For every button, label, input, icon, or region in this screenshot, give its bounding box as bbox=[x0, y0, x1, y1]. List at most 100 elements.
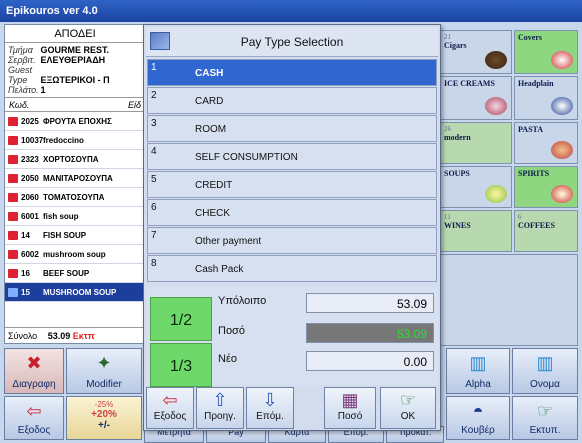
dialog-header: Pay Type Selection bbox=[146, 27, 438, 57]
pay-option[interactable]: 8 Cash Pack bbox=[147, 255, 437, 282]
tile-modern[interactable]: 26 modern bbox=[440, 122, 512, 164]
receipt-row[interactable]: 16 BEEF SOUP bbox=[5, 264, 145, 283]
receipt-row[interactable]: 2060 ΤΟΜΑΤΟΣΟΥΠΑ bbox=[5, 188, 145, 207]
modifier-button[interactable]: ✦ Modifier bbox=[66, 348, 142, 394]
row-code: 6001 bbox=[21, 211, 39, 221]
onoma-button[interactable]: ▥ Ονομα bbox=[512, 348, 578, 394]
receipt-info: Τμήμα GOURME REST. Σερβιτ. ΕΛΕΥΘΕΡΙΑΔΗ G… bbox=[5, 43, 145, 98]
discount-top: -25% bbox=[94, 400, 114, 409]
tile-spirits[interactable]: SPIRITS bbox=[514, 166, 578, 208]
split-half-button[interactable]: 1/2 bbox=[150, 297, 212, 341]
previous-button[interactable]: ⇧ Προηγ. bbox=[196, 387, 244, 429]
info-value: 1 bbox=[40, 85, 46, 95]
receipt-row[interactable]: 2323 ΧΟΡΤΟΣΟΥΠΑ bbox=[5, 150, 145, 169]
receipt-row[interactable]: 6002 mushroom soup bbox=[5, 245, 145, 264]
receipt-row[interactable]: 2050 ΜΑΝΙΤΑΡΟΣΟΥΠΑ bbox=[5, 169, 145, 188]
tile-label: Headplain bbox=[518, 79, 554, 88]
glass-icon: ▥ bbox=[469, 353, 487, 373]
printer-icon bbox=[8, 173, 18, 183]
receipt-title: ΑΠΟΔΕΙ bbox=[5, 25, 145, 43]
arrow-left-icon: ⇦ bbox=[26, 401, 42, 421]
pay-option[interactable]: 1 CASH bbox=[147, 59, 437, 86]
cover-icon bbox=[551, 51, 573, 69]
row-name: fredoccino bbox=[43, 135, 84, 145]
split-third-button[interactable]: 1/3 bbox=[150, 343, 212, 387]
tile-label: ICE CREAMS bbox=[444, 79, 495, 88]
option-name: SELF CONSUMPTION bbox=[195, 152, 298, 163]
total-extra: Εκτπ bbox=[72, 331, 95, 341]
tile-num: 26 bbox=[444, 125, 451, 133]
pay-option[interactable]: 7 Other payment bbox=[147, 227, 437, 254]
print-button[interactable]: ☞ Εκτυπ. bbox=[512, 396, 578, 440]
row-name: ΦΡΟΥΤΑ ΕΠΟΧΗΣ bbox=[43, 116, 112, 126]
tile-soups[interactable]: SOUPS bbox=[440, 166, 512, 208]
tile-pasta[interactable]: PASTA bbox=[514, 122, 578, 164]
modifier-icon: ✦ bbox=[96, 353, 112, 373]
pay-option[interactable]: 5 CREDIT bbox=[147, 171, 437, 198]
option-number: 4 bbox=[151, 146, 157, 157]
pay-option[interactable]: 6 CHECK bbox=[147, 199, 437, 226]
modifier-label: Modifier bbox=[86, 379, 122, 390]
discount-button[interactable]: -25% +20% +/- bbox=[66, 396, 142, 440]
tile-wines[interactable]: 11 WINES bbox=[440, 210, 512, 252]
new-label: Νέο bbox=[218, 353, 237, 365]
info-value: ΕΞΩΤΕΡΙΚΟΙ - Π bbox=[40, 75, 110, 85]
row-code: 2060 bbox=[21, 192, 39, 202]
row-name: MUSHROOM SOUP bbox=[43, 287, 117, 297]
exit-label: Εξοδος bbox=[153, 411, 187, 422]
tile-label: SOUPS bbox=[444, 169, 470, 178]
amount-field[interactable]: 53.09 bbox=[306, 323, 434, 343]
row-code: 16 bbox=[21, 268, 30, 278]
next-button[interactable]: ⇩ Επόμ. bbox=[246, 387, 294, 429]
printer-icon bbox=[8, 192, 18, 202]
receipt-row[interactable]: 6001 fish soup bbox=[5, 207, 145, 226]
printer-icon bbox=[8, 154, 18, 164]
row-code: 2323 bbox=[21, 154, 39, 164]
pay-option[interactable]: 2 CARD bbox=[147, 87, 437, 114]
delete-label: Διαγραφη bbox=[12, 379, 56, 390]
payment-area: 1/2 1/3 Υπόλοιπο 53.09 Ποσό 53.09 Νέο 0.… bbox=[146, 287, 438, 387]
discount-mid: +20% bbox=[91, 409, 117, 420]
pay-option[interactable]: 3 ROOM bbox=[147, 115, 437, 142]
ok-button[interactable]: ☞ OK bbox=[380, 387, 436, 429]
option-name: CARD bbox=[195, 96, 224, 107]
arrow-up-icon: ⇧ bbox=[212, 390, 228, 410]
receipt-row[interactable]: 10037 fredoccino bbox=[5, 131, 145, 150]
bell-icon: ◓ bbox=[472, 401, 484, 421]
tile-label: modern bbox=[444, 133, 471, 142]
exit-button[interactable]: ⇦ Εξοδος bbox=[4, 396, 64, 440]
info-key: Πελάτο. bbox=[8, 85, 39, 95]
tile-headplain[interactable]: Headplain bbox=[514, 76, 578, 120]
receipt-row[interactable]: 2025 ΦΡΟΥΤΑ ΕΠΟΧΗΣ bbox=[5, 112, 145, 131]
tile-ice-creams[interactable]: ICE CREAMS bbox=[440, 76, 512, 120]
receipt-row[interactable]: 14 FISH SOUP bbox=[5, 226, 145, 245]
row-name: ΜΑΝΙΤΑΡΟΣΟΥΠΑ bbox=[43, 173, 113, 183]
alpha-button[interactable]: ▥ Alpha bbox=[446, 348, 510, 394]
row-code: 6002 bbox=[21, 249, 39, 259]
pay-option[interactable]: 4 SELF CONSUMPTION bbox=[147, 143, 437, 170]
arrow-down-icon: ⇩ bbox=[262, 390, 278, 410]
previous-label: Προηγ. bbox=[204, 411, 236, 422]
option-name: Other payment bbox=[195, 236, 262, 247]
print-hand-icon: ☞ bbox=[536, 401, 554, 421]
cigar-icon bbox=[485, 51, 507, 69]
remaining-label: Υπόλοιπο bbox=[218, 295, 267, 307]
delete-button[interactable]: ✖ Διαγραφη bbox=[4, 348, 64, 394]
arrow-left-icon: ⇦ bbox=[162, 390, 178, 410]
printer-icon bbox=[8, 116, 18, 126]
option-number: 3 bbox=[151, 118, 157, 129]
amount-button[interactable]: ▦ Ποσό bbox=[324, 387, 376, 429]
tile-covers[interactable]: Covers bbox=[514, 30, 578, 74]
tile-label: Covers bbox=[518, 33, 542, 42]
receipt-row[interactable]: 15 MUSHROOM SOUP bbox=[5, 283, 145, 302]
dialog-exit-button[interactable]: ⇦ Εξοδος bbox=[146, 387, 194, 429]
tile-num: 6 bbox=[518, 213, 522, 221]
pay-type-dialog: Pay Type Selection 1 CASH 2 CARD 3 ROOM 4 SELF … bbox=[143, 24, 441, 431]
tile-cigars[interactable]: 21 Cigars bbox=[440, 30, 512, 74]
kouver-button[interactable]: ◓ Κουβέρ bbox=[446, 396, 510, 440]
row-code: 2050 bbox=[21, 173, 39, 183]
col-item: Είδ bbox=[127, 100, 141, 110]
tile-coffees[interactable]: 6 COFFEES bbox=[514, 210, 578, 252]
option-number: 8 bbox=[151, 258, 157, 269]
option-name: ROOM bbox=[195, 124, 227, 135]
